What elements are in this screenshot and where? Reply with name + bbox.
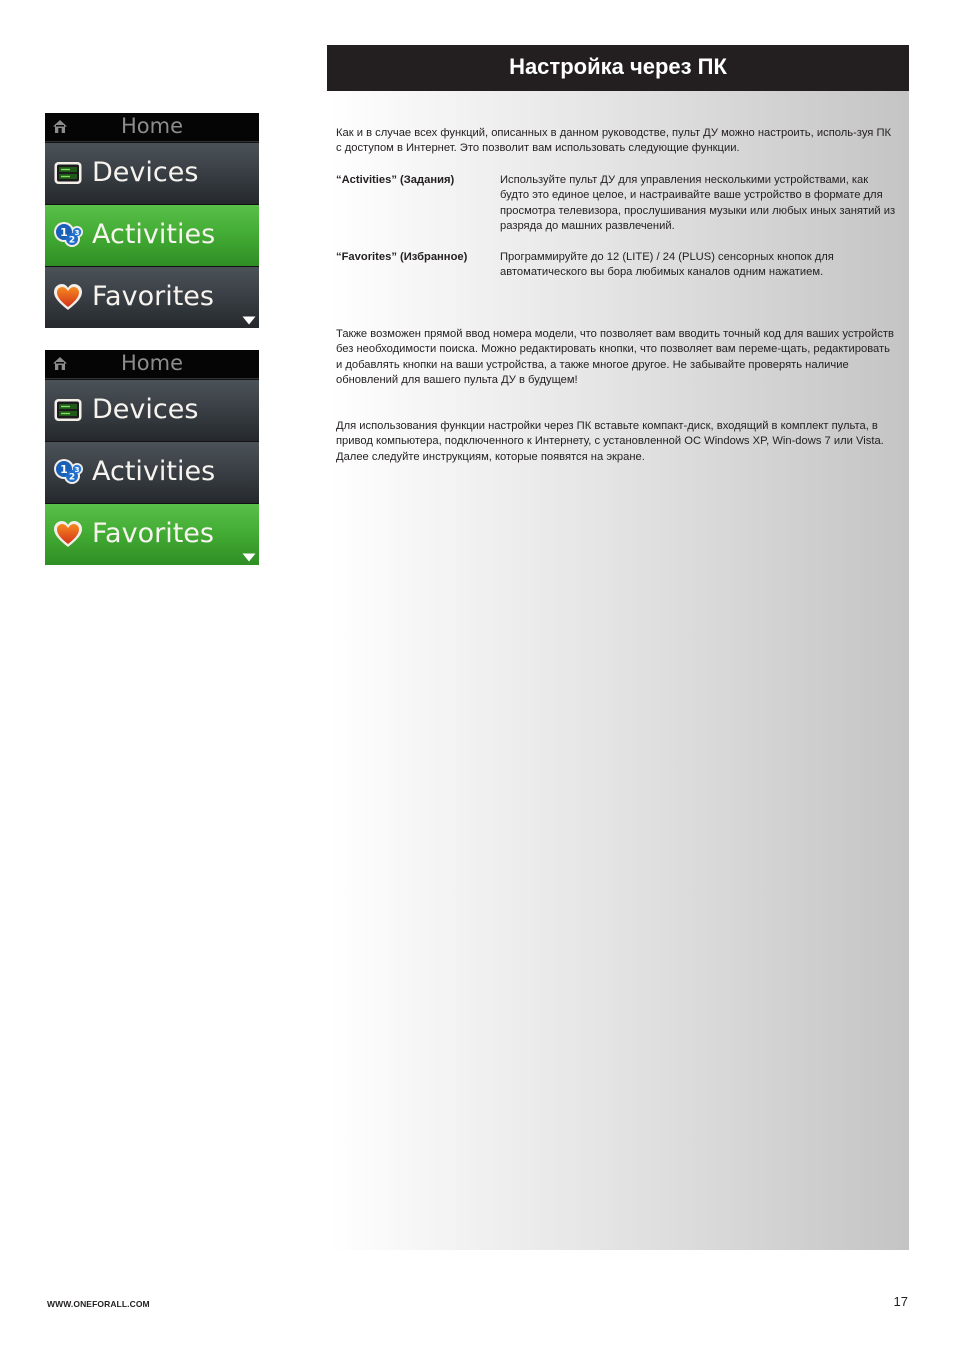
remote-screen-2: Home Devices Activities Favorites <box>45 350 259 565</box>
menu-item-favorites[interactable]: Favorites <box>45 266 259 328</box>
menu-item-activities[interactable]: Activities <box>45 441 259 503</box>
menu-item-label: Activities <box>92 219 216 250</box>
screen-header: Home <box>45 113 259 142</box>
intro-paragraph: Как и в случае всех функций, описанных в… <box>336 127 892 155</box>
heart-icon <box>53 282 83 312</box>
activities-icon <box>53 220 83 250</box>
heart-icon <box>53 519 83 549</box>
menu-item-activities[interactable]: Activities <box>45 204 259 266</box>
menu-item-label: Activities <box>92 456 216 487</box>
menu-item-label: Devices <box>92 394 199 425</box>
triangle-down-icon <box>242 316 256 325</box>
activities-icon <box>53 457 83 487</box>
section-title: Настройка через ПК <box>327 45 909 91</box>
menu-item-favorites[interactable]: Favorites <box>45 503 259 565</box>
menu-item-label: Favorites <box>92 281 214 312</box>
screen-header: Home <box>45 350 259 379</box>
paragraph-install: Для использования функции настройки чере… <box>336 420 884 463</box>
menu-item-devices[interactable]: Devices <box>45 379 259 441</box>
screen-title: Home <box>120 351 183 375</box>
devices-icon <box>53 395 83 425</box>
triangle-down-icon <box>242 553 256 562</box>
menu-item-label: Devices <box>92 157 199 188</box>
menu-item-label: Favorites <box>92 518 214 549</box>
feature-description: Используйте пульт ДУ для управления неск… <box>500 174 896 233</box>
screen-title: Home <box>120 114 183 138</box>
devices-icon <box>53 158 83 188</box>
remote-screen-1: Home Devices Activities Favorites <box>45 113 259 328</box>
feature-term: “Favorites” (Избранное) <box>336 251 468 263</box>
feature-description: Программируйте до 12 (LITE) / 24 (PLUS) … <box>500 251 834 279</box>
menu-item-devices[interactable]: Devices <box>45 142 259 204</box>
footer-url: WWW.ONEFORALL.COM <box>47 1299 150 1309</box>
paragraph-model-entry: Также возможен прямой ввод номера модели… <box>336 328 894 387</box>
feature-term: “Activities” (Задания) <box>336 174 455 186</box>
page-number: 17 <box>893 1294 908 1309</box>
